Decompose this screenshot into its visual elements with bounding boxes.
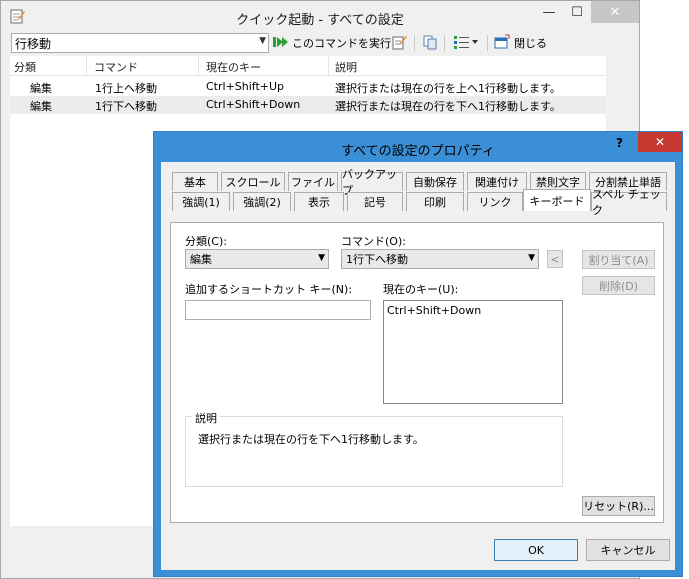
row-current-key: Ctrl+Shift+Up <box>206 80 285 93</box>
list-options-button[interactable] <box>453 34 481 52</box>
chevron-down-icon: ▼ <box>318 253 325 263</box>
row-description: 選択行または現在の行を下へ1行移動します。 <box>335 100 561 113</box>
shortcut-input[interactable] <box>185 300 371 320</box>
command-search-combo[interactable]: 行移動 ▼ <box>11 33 269 53</box>
row-description: 選択行または現在の行を上へ1行移動します。 <box>335 82 561 95</box>
tab-link[interactable]: リンク <box>467 192 523 211</box>
delete-button[interactable]: 削除(D) <box>582 276 655 295</box>
tab-basic[interactable]: 基本 <box>172 172 218 191</box>
cancel-button[interactable]: キャンセル <box>586 539 670 561</box>
command-label: コマンド(O): <box>341 235 406 248</box>
tab-backup[interactable]: バックアップ <box>341 168 403 197</box>
table-row[interactable]: 編集 1行上へ移動 Ctrl+Shift+Up 選択行または現在の行を上へ1行移… <box>10 78 606 96</box>
column-divider[interactable] <box>328 56 329 76</box>
move-left-button[interactable]: < <box>547 250 563 268</box>
dialog-title: すべての設定のプロパティ <box>341 144 495 159</box>
tab-scroll[interactable]: スクロール <box>221 172 285 191</box>
execute-command-label: このコマンドを実行 <box>292 37 391 50</box>
toolbar-separator <box>444 35 445 51</box>
tab-association[interactable]: 関連付け <box>467 172 527 191</box>
help-button[interactable]: ? <box>616 136 623 150</box>
toolbar-separator <box>487 35 488 51</box>
execute-command-button[interactable]: このコマンドを実行 <box>273 34 391 52</box>
toolbar-separator <box>414 35 415 51</box>
tab-autosave[interactable]: 自動保存 <box>406 172 464 191</box>
keyboard-tab-panel: 分類(C): 編集 ▼ コマンド(O): 1行下へ移動 ▼ < 割り当て(A) … <box>170 222 664 523</box>
tab-highlight-1[interactable]: 強調(1) <box>172 192 230 211</box>
properties-pencil-icon <box>391 34 407 53</box>
command-select[interactable]: 1行下へ移動 ▼ <box>341 249 539 269</box>
tab-symbols[interactable]: 記号 <box>347 192 403 211</box>
column-divider[interactable] <box>198 56 199 76</box>
column-header-description[interactable]: 説明 <box>335 59 357 75</box>
row-category: 編集 <box>30 100 52 113</box>
row-current-key: Ctrl+Shift+Down <box>206 98 301 111</box>
minimize-button[interactable]: — <box>535 1 563 23</box>
properties-dialog: すべての設定のプロパティ ? ✕ 基本 スクロール ファイル バックアップ 自動… <box>153 131 683 577</box>
chevron-down-icon: ▼ <box>528 253 535 263</box>
main-toolbar: 行移動 ▼ このコマンドを実行 閉じる <box>1 31 639 55</box>
maximize-button[interactable]: ☐ <box>563 1 591 23</box>
row-command: 1行下へ移動 <box>95 100 157 113</box>
dialog-close-button[interactable]: ✕ <box>638 132 682 152</box>
dialog-body: 基本 スクロール ファイル バックアップ 自動保存 関連付け 禁則文字 分割禁止… <box>161 162 675 570</box>
copy-button[interactable] <box>421 34 439 52</box>
current-keys-list[interactable]: Ctrl+Shift+Down <box>383 300 563 404</box>
assign-button[interactable]: 割り当て(A) <box>582 250 655 269</box>
column-header-command[interactable]: コマンド <box>94 59 138 75</box>
column-header-category[interactable]: 分類 <box>14 59 36 75</box>
command-search-value: 行移動 <box>15 36 52 51</box>
tab-highlight-2[interactable]: 強調(2) <box>233 192 291 211</box>
list-options-icon <box>454 35 480 52</box>
tab-file[interactable]: ファイル <box>288 172 338 191</box>
description-text: 選択行または現在の行を下へ1行移動します。 <box>198 433 424 446</box>
main-titlebar: クイック起動 - すべての設定 — ☐ ✕ <box>1 1 639 31</box>
toolbar-close-button[interactable]: 閉じる <box>494 34 547 52</box>
ok-button[interactable]: OK <box>494 539 578 561</box>
table-row[interactable]: 編集 1行下へ移動 Ctrl+Shift+Down 選択行または現在の行を下へ1… <box>10 96 606 114</box>
description-group: 説明 選択行または現在の行を下へ1行移動します。 <box>185 410 563 487</box>
tab-spell-check[interactable]: スペル チェック <box>591 188 667 217</box>
copy-icon <box>422 34 438 53</box>
list-header: 分類 コマンド 現在のキー 説明 <box>10 56 606 76</box>
tab-keyboard[interactable]: キーボード <box>523 189 591 211</box>
close-panel-icon <box>494 34 510 53</box>
tab-display[interactable]: 表示 <box>294 192 344 211</box>
current-keys-label: 現在のキー(U): <box>383 283 459 296</box>
row-category: 編集 <box>30 82 52 95</box>
command-select-value: 1行下へ移動 <box>346 253 408 266</box>
reset-button[interactable]: リセット(R)... <box>582 496 655 516</box>
category-select[interactable]: 編集 ▼ <box>185 249 329 269</box>
play-icon <box>273 36 289 51</box>
shortcut-label: 追加するショートカット キー(N): <box>185 283 353 296</box>
main-close-button[interactable]: ✕ <box>591 1 639 23</box>
row-command: 1行上へ移動 <box>95 82 157 95</box>
chevron-down-icon[interactable]: ▼ <box>259 36 266 46</box>
column-header-current-key[interactable]: 現在のキー <box>206 59 261 75</box>
dialog-titlebar[interactable]: すべての設定のプロパティ ? ✕ <box>154 132 682 162</box>
description-legend: 説明 <box>192 410 220 426</box>
category-label: 分類(C): <box>185 235 227 248</box>
category-select-value: 編集 <box>190 253 212 266</box>
tab-print[interactable]: 印刷 <box>406 192 464 211</box>
column-divider[interactable] <box>86 56 87 76</box>
toolbar-close-label: 閉じる <box>514 37 547 50</box>
list-item[interactable]: Ctrl+Shift+Down <box>387 304 559 317</box>
edit-properties-button[interactable] <box>390 34 408 52</box>
